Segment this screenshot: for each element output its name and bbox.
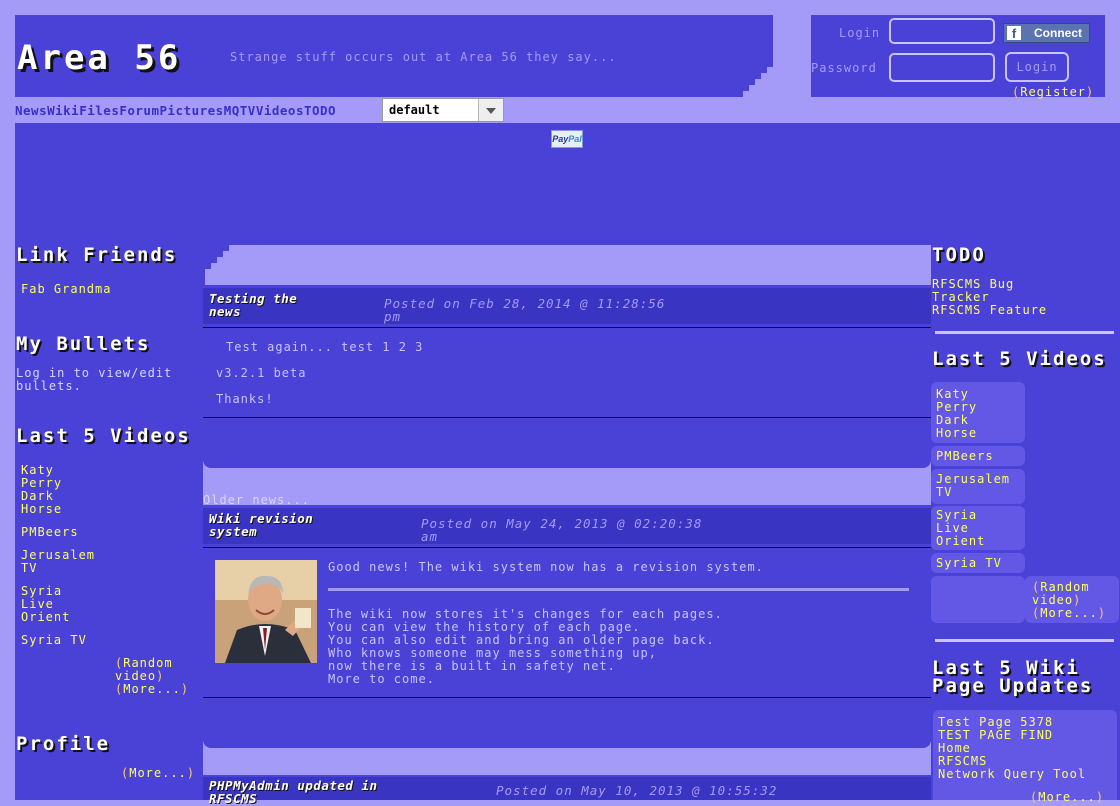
left-video-item[interactable]: PMBeers xyxy=(21,526,79,539)
link-friends-title: Link Friends xyxy=(16,244,178,266)
left-video-item[interactable]: Syria Live Orient xyxy=(21,585,70,624)
nav-mqtv[interactable]: MQTV xyxy=(224,103,256,118)
right-videos-more-link[interactable]: (More...) xyxy=(1032,607,1106,620)
nav-news[interactable]: News xyxy=(15,103,47,118)
facebook-icon: f xyxy=(1007,26,1021,41)
site-title[interactable]: Area 56 xyxy=(17,38,181,78)
left-random-video-link[interactable]: (Random video) xyxy=(115,657,173,683)
nav-pictures[interactable]: Pictures xyxy=(160,103,224,118)
news-intro: Good news! The wiki system now has a rev… xyxy=(328,560,764,574)
news-body: Test again... test 1 2 3 v3.2.1 beta Tha… xyxy=(216,340,424,406)
left-video-item[interactable]: Syria TV xyxy=(21,634,87,647)
paypal-donate-button[interactable]: PayPal xyxy=(551,130,583,148)
login-label: Login xyxy=(839,26,881,40)
left-sidebar xyxy=(15,245,203,800)
main-nav: NewsWikiFilesForumPicturesMQTVVideosTODO xyxy=(15,103,336,118)
right-video-item[interactable]: PMBeers xyxy=(936,450,994,463)
news-body: The wiki now stores it's changes for eac… xyxy=(328,607,723,686)
facebook-connect-button[interactable]: f Connect xyxy=(1003,23,1090,43)
nav-wiki[interactable]: Wiki xyxy=(47,103,79,118)
login-button[interactable]: Login xyxy=(1005,52,1069,82)
news-title[interactable]: Wiki revision system xyxy=(209,512,313,538)
left-video-item[interactable]: Katy Perry Dark Horse xyxy=(21,464,62,516)
login-input[interactable] xyxy=(889,18,995,44)
left-video-item[interactable]: Jerusalem TV xyxy=(21,549,95,575)
nav-todo[interactable]: TODO xyxy=(304,103,336,118)
wiki-more-link[interactable]: (More...) xyxy=(1030,791,1104,804)
bullets-login-text: Log in to view/edit bullets. xyxy=(16,366,173,393)
wiki-updates-title: Last 5 Wiki Page Updates xyxy=(932,657,1094,697)
nav-videos[interactable]: Videos xyxy=(256,103,304,118)
profile-title: Profile xyxy=(16,733,111,755)
todo-title: TODO xyxy=(932,244,986,266)
news-title[interactable]: PHPMyAdmin updated in RFSCMS xyxy=(209,779,378,805)
news-divider xyxy=(203,547,931,548)
news-title[interactable]: Testing the news xyxy=(209,292,297,318)
left-videos-title: Last 5 Videos xyxy=(16,425,191,447)
news-separator xyxy=(328,588,909,591)
right-video-item[interactable]: Syria Live Orient xyxy=(936,509,985,548)
link-friend-item[interactable]: Fab Grandma xyxy=(21,283,111,296)
right-random-video-link[interactable]: (Random video) xyxy=(1032,581,1090,607)
wiki-updates-list: Test Page 5378 TEST PAGE FIND Home RFSCM… xyxy=(938,716,1086,781)
right-divider xyxy=(935,331,1114,334)
todo-bug-tracker-link[interactable]: RFSCMS Bug Tracker xyxy=(932,278,1047,304)
nav-files[interactable]: Files xyxy=(79,103,119,118)
todo-feature-link[interactable]: RFSCMS Feature xyxy=(932,304,1047,317)
nav-forum[interactable]: Forum xyxy=(119,103,159,118)
password-input[interactable] xyxy=(889,53,995,82)
news-divider xyxy=(203,697,931,698)
wiki-update-link[interactable]: Network Query Tool xyxy=(938,768,1086,781)
news-date: Posted on May 10, 2013 @ 10:55:32 xyxy=(496,783,778,798)
news-date: Posted on Feb 28, 2014 @ 11:28:56 pm xyxy=(384,296,666,324)
news-divider xyxy=(203,417,931,418)
news-divider xyxy=(203,327,931,328)
right-divider xyxy=(935,639,1114,642)
site-tagline: Strange stuff occurs out at Area 56 they… xyxy=(230,50,617,64)
right-video-item[interactable]: Syria TV xyxy=(936,557,1002,570)
right-video-item[interactable]: Jerusalem TV xyxy=(936,473,1010,499)
password-label: Password xyxy=(811,61,877,75)
news-date: Posted on May 24, 2013 @ 02:20:38 am xyxy=(421,516,703,544)
theme-select[interactable]: default xyxy=(382,98,504,122)
businessman-photo xyxy=(215,560,317,663)
register-link[interactable]: (Register) xyxy=(1012,85,1094,99)
my-bullets-title: My Bullets xyxy=(16,333,151,355)
todo-links: RFSCMS Bug Tracker RFSCMS Feature xyxy=(932,278,1047,317)
right-videos-title: Last 5 Videos xyxy=(932,348,1107,370)
chevron-down-icon xyxy=(478,99,503,121)
right-video-item[interactable]: Katy Perry Dark Horse xyxy=(936,388,977,440)
profile-more-link[interactable]: (More...) xyxy=(121,767,195,780)
left-videos-more-link[interactable]: (More...) xyxy=(115,683,189,696)
